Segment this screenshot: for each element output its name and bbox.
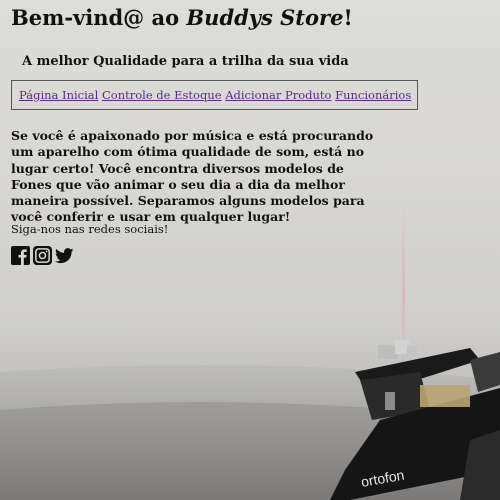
title-prefix: Bem-vind@ ao [11, 5, 187, 30]
title-suffix: ! [343, 5, 353, 30]
instagram-icon[interactable] [33, 246, 52, 265]
social-links [11, 246, 74, 265]
twitter-icon[interactable] [55, 246, 74, 265]
page-content: Bem-vind@ ao Buddys Store! A melhor Qual… [0, 0, 500, 500]
main-nav: Página Inicial Controle de Estoque Adici… [11, 80, 419, 110]
nav-link-employees[interactable]: Funcionários [335, 88, 411, 102]
facebook-icon[interactable] [11, 246, 30, 265]
social-title: Siga-nos nas redes sociais! [11, 222, 169, 236]
nav-link-stock-control[interactable]: Controle de Estoque [102, 88, 222, 102]
nav-link-home[interactable]: Página Inicial [19, 88, 98, 102]
tagline: A melhor Qualidade para a trilha da sua … [22, 54, 349, 69]
title-brand: Buddys Store [186, 5, 344, 30]
nav-link-add-product[interactable]: Adicionar Produto [225, 88, 331, 102]
intro-paragraph: Se você é apaixonado por música e está p… [11, 128, 374, 225]
page-title: Bem-vind@ ao Buddys Store! [11, 5, 353, 30]
